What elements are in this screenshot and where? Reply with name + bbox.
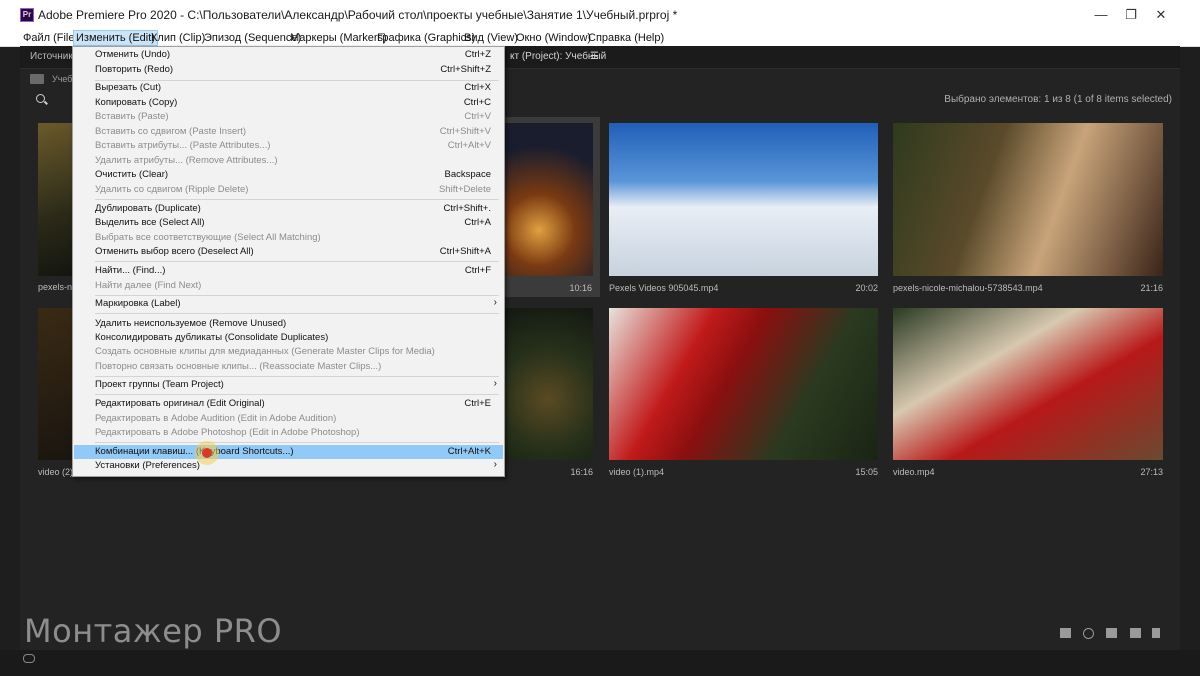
menu-item-paste-attributes: Вставить атрибуты... (Paste Attributes..… xyxy=(95,140,491,151)
menu-item-generate-master-clips: Создать основные клипы для медиаданных (… xyxy=(95,346,435,357)
menu-window[interactable]: Окно (Window) xyxy=(514,31,593,45)
premiere-app-icon: Pr xyxy=(20,8,34,22)
new-item-icon[interactable] xyxy=(1130,628,1141,638)
menu-view[interactable]: Вид (View) xyxy=(462,31,520,45)
menu-item-select-all-matching: Выбрать все соответствующие (Select All … xyxy=(95,232,321,243)
menu-separator xyxy=(95,394,499,395)
menu-item-remove-unused[interactable]: Удалить неиспользуемое (Remove Unused) xyxy=(74,317,503,331)
menu-item-select-all[interactable]: Выделить все (Select All) Ctrl+A xyxy=(74,216,503,230)
restore-icon[interactable]: ❐ xyxy=(1116,6,1146,24)
menu-separator xyxy=(95,295,499,296)
cloud-sync-icon xyxy=(23,654,35,663)
clip-image xyxy=(503,308,593,460)
menu-item-duplicate[interactable]: Дублировать (Duplicate) Ctrl+Shift+. xyxy=(74,202,503,216)
menu-separator xyxy=(95,199,499,200)
menu-clip[interactable]: Клип (Clip) xyxy=(149,31,207,45)
menu-bar: Файл (File) Изменить (Edit) Клип (Clip) … xyxy=(0,30,1200,47)
menu-file[interactable]: Файл (File) xyxy=(21,31,80,45)
close-icon[interactable]: ✕ xyxy=(1146,6,1176,24)
clip-duration: 27:13 xyxy=(1140,467,1163,477)
panel-menu-icon[interactable]: ☰ xyxy=(590,51,599,62)
folder-icon xyxy=(30,74,44,84)
tab-source[interactable]: Источник: xyxy=(30,51,75,62)
clip-duration: 20:02 xyxy=(855,283,878,293)
clip-thumbnail[interactable]: 16:16 xyxy=(503,308,593,478)
menu-item-label[interactable]: Маркировка (Label) › xyxy=(74,297,503,311)
menu-item-reassociate-master-clips: Повторно связать основные клипы... (Reas… xyxy=(95,361,382,372)
window-title: Adobe Premiere Pro 2020 - C:\Пользовател… xyxy=(38,8,678,22)
title-bar: Pr Adobe Premiere Pro 2020 - C:\Пользова… xyxy=(0,0,1200,30)
menu-item-undo[interactable]: Отменить (Undo) Ctrl+Z xyxy=(74,48,503,62)
menu-separator xyxy=(95,442,499,443)
clip-name: video (2) xyxy=(38,467,74,477)
selection-count: Выбрано элементов: 1 из 8 (1 of 8 items … xyxy=(944,94,1172,105)
trash-icon[interactable] xyxy=(1152,628,1160,638)
menu-item-paste-insert: Вставить со сдвигом (Paste Insert) Ctrl+S… xyxy=(95,126,491,137)
clip-image xyxy=(503,123,593,276)
menu-item-keyboard-shortcuts[interactable]: Комбинации клавиш... (Keyboard Shortcuts… xyxy=(74,445,503,459)
clip-duration: 21:16 xyxy=(1140,283,1163,293)
clip-duration: 10:16 xyxy=(569,283,592,293)
menu-item-edit-in-photoshop: Редактировать в Adobe Photoshop (Edit in… xyxy=(95,427,360,438)
clip-name: video.mp4 xyxy=(893,467,935,477)
mouse-cursor-highlight xyxy=(195,441,219,465)
clip-image xyxy=(609,123,878,276)
menu-item-copy[interactable]: Копировать (Copy) Ctrl+C xyxy=(74,96,503,110)
menu-item-find[interactable]: Найти... (Find...) Ctrl+F xyxy=(74,264,503,278)
clip-name: pexels-ni xyxy=(38,282,75,292)
clip-name: Pexels Videos 905045.mp4 xyxy=(609,283,719,293)
new-bin-icon[interactable] xyxy=(1106,628,1117,638)
menu-item-edit-original[interactable]: Редактировать оригинал (Edit Original) Ct… xyxy=(74,397,503,411)
clip-image xyxy=(609,308,878,460)
menu-item-team-project[interactable]: Проект группы (Team Project) › xyxy=(74,378,503,392)
menu-separator xyxy=(95,261,499,262)
minimize-icon[interactable]: — xyxy=(1086,6,1116,24)
watermark: Монтажер PRO xyxy=(24,612,283,650)
clip-duration: 16:16 xyxy=(570,467,593,477)
menu-help[interactable]: Справка (Help) xyxy=(586,31,666,45)
submenu-arrow-icon: › xyxy=(493,297,497,308)
clip-thumbnail-selected[interactable]: 10:16 xyxy=(503,117,600,297)
menu-edit[interactable]: Изменить (Edit) xyxy=(73,30,158,46)
menu-item-cut[interactable]: Вырезать (Cut) Ctrl+X xyxy=(74,81,503,95)
clip-thumbnail[interactable]: Pexels Videos 905045.mp4 20:02 xyxy=(609,123,878,298)
clip-name: pexels-nicole-michalou-5738543.mp4 xyxy=(893,283,1043,293)
automate-to-sequence-icon[interactable] xyxy=(1060,628,1071,638)
find-icon[interactable] xyxy=(1083,628,1094,639)
menu-item-preferences[interactable]: Установки (Preferences) › xyxy=(74,459,503,473)
clip-name: video (1).mp4 xyxy=(609,467,665,477)
menu-item-ripple-delete: Удалить со сдвигом (Ripple Delete) Shift+… xyxy=(95,184,491,195)
search-icon[interactable] xyxy=(36,94,45,103)
submenu-arrow-icon: › xyxy=(493,459,497,470)
status-bar xyxy=(0,650,1200,676)
clip-thumbnail[interactable]: pexels-nicole-michalou-5738543.mp4 21:16 xyxy=(893,123,1163,298)
menu-item-edit-in-audition: Редактировать в Adobe Audition (Edit in … xyxy=(95,413,337,424)
menu-item-paste: Вставить (Paste) Ctrl+V xyxy=(95,111,491,122)
clip-image xyxy=(893,123,1163,276)
menu-separator xyxy=(95,313,499,314)
menu-item-deselect-all[interactable]: Отменить выбор всего (Deselect All) Ctrl+… xyxy=(74,245,503,259)
submenu-arrow-icon: › xyxy=(493,378,497,389)
edit-menu-dropdown: Отменить (Undo) Ctrl+Z Повторить (Redo) Ct… xyxy=(72,46,505,477)
clip-thumbnail[interactable]: video.mp4 27:13 xyxy=(893,308,1163,478)
menu-markers[interactable]: Маркеры (Markers) xyxy=(288,31,389,45)
clip-image xyxy=(893,308,1163,460)
menu-item-find-next: Найти далее (Find Next) xyxy=(95,280,202,291)
menu-item-remove-attributes: Удалить атрибуты... (Remove Attributes..… xyxy=(95,155,278,166)
clip-duration: 15:05 xyxy=(855,467,878,477)
menu-separator xyxy=(95,376,499,377)
clip-thumbnail[interactable]: video (1).mp4 15:05 xyxy=(609,308,878,478)
menu-item-consolidate-duplicates[interactable]: Консолидировать дубликаты (Consolidate D… xyxy=(74,331,503,345)
menu-item-redo[interactable]: Повторить (Redo) Ctrl+Shift+Z xyxy=(74,63,503,77)
menu-item-clear[interactable]: Очистить (Clear) Backspace xyxy=(74,168,503,182)
